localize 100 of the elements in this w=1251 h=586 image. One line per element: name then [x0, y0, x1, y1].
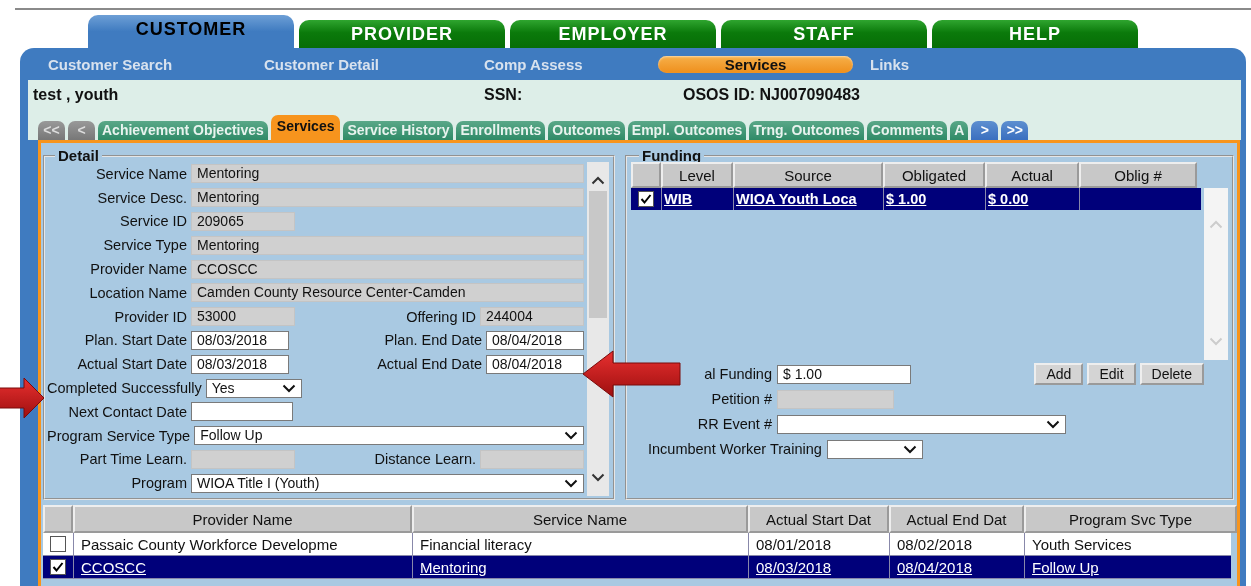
table-link[interactable]: $ 1.00 [883, 188, 985, 210]
input-field[interactable]: $ 1.00 [777, 364, 911, 384]
input-field[interactable] [777, 389, 894, 409]
caret-icon [591, 176, 605, 185]
nav-link[interactable]: Services [658, 55, 853, 73]
column-header[interactable]: Service Name [412, 505, 748, 533]
column-header[interactable]: Actual End Dat [889, 505, 1024, 533]
customer-name: test , youth [33, 86, 120, 104]
checkbox[interactable] [50, 559, 66, 575]
input-field[interactable]: 08/03/2018 [191, 354, 289, 374]
field-label: Actual Start Date [76, 356, 187, 373]
column-header[interactable]: Source [733, 162, 883, 188]
field-label: Petition # [710, 391, 772, 407]
caret-icon [1209, 337, 1223, 346]
field-label: Next Contact Date [67, 403, 187, 420]
dropdown[interactable]: Follow Up [194, 426, 584, 446]
column-header[interactable]: Actual Start Dat [748, 505, 889, 533]
caret-icon [591, 473, 605, 482]
field-label: RR Event # [696, 416, 772, 432]
scrollbar[interactable] [1204, 188, 1228, 360]
column-header[interactable]: Oblig # [1079, 162, 1197, 188]
field-label: Completed Successfully [47, 380, 202, 397]
dropdown[interactable]: WIOA Title I (Youth) [191, 473, 584, 493]
input-field[interactable] [191, 449, 295, 469]
nav-tab[interactable]: STAFF [721, 20, 927, 48]
field-label: Program [130, 475, 187, 492]
dropdown[interactable]: Yes [205, 378, 302, 398]
column-header[interactable]: Level [661, 162, 733, 188]
field-label: Provider ID [113, 308, 187, 325]
nav-tab[interactable]: EMPLOYER [510, 20, 716, 48]
field-label: Provider Name [89, 261, 187, 278]
input-field[interactable]: 244004 [480, 307, 584, 327]
field-label: Incumbent Worker Training [648, 441, 822, 457]
column-header[interactable]: Program Svc Type [1024, 505, 1237, 533]
input-field[interactable]: Mentoring [191, 188, 584, 208]
table-cell: Youth Services [1024, 533, 1237, 555]
ssn-label: SSN: [484, 86, 524, 104]
dropdown[interactable] [826, 439, 923, 459]
dropdown[interactable] [777, 414, 1066, 434]
checkbox[interactable] [50, 536, 66, 552]
table-row[interactable]: CCOSCC Mentoring 08/03/2018 08/04/2018 Follow Up [43, 556, 1231, 579]
tab[interactable]: Services [270, 115, 341, 140]
caret-icon [1209, 220, 1223, 229]
button[interactable]: Add [1034, 363, 1084, 385]
field-label: Service Desc. [96, 189, 187, 206]
panel-title: Detail [57, 150, 100, 162]
input-field[interactable]: Camden County Resource Center-Camden [191, 283, 584, 303]
input-field[interactable]: 209065 [191, 212, 295, 231]
column-header[interactable]: Obligated [883, 162, 985, 188]
table-link[interactable]: 08/03/2018 [748, 556, 889, 578]
input-field[interactable]: Mentoring [191, 164, 584, 184]
input-field[interactable] [480, 449, 584, 469]
field-label: Service Name [94, 165, 187, 182]
field-label: al Funding [703, 366, 772, 382]
table-link[interactable]: CCOSCC [73, 556, 412, 578]
caret-icon [564, 431, 578, 441]
table-cell: Passaic County Workforce Developme [73, 533, 412, 555]
input-field[interactable]: CCOSCC [191, 259, 584, 279]
button[interactable]: Edit [1087, 363, 1136, 385]
input-field[interactable]: Mentoring [191, 235, 584, 255]
column-header[interactable]: Actual [985, 162, 1079, 188]
field-label: Service ID [119, 213, 187, 230]
caret-icon [281, 383, 296, 393]
checkbox[interactable] [638, 191, 654, 207]
callout-arrow-icon [583, 351, 680, 397]
table-link[interactable]: $ 0.00 [985, 188, 1079, 210]
nav-tab[interactable]: HELP [932, 20, 1138, 48]
nav-tab[interactable]: PROVIDER [299, 20, 505, 48]
panel-title: Funding [641, 150, 703, 162]
button[interactable]: Delete [1139, 363, 1204, 385]
nav-tab[interactable]: CUSTOMER [88, 15, 294, 48]
field-label: Program Service Type [47, 427, 191, 444]
field-label: Actual End Date [376, 356, 482, 373]
table-link[interactable]: WIB [661, 188, 733, 210]
field-label: Plan. End Date [383, 332, 482, 349]
caret-icon [564, 478, 578, 488]
table-link[interactable]: Mentoring [412, 556, 748, 578]
caret-icon [1046, 419, 1060, 429]
table-link[interactable]: Follow Up [1024, 556, 1237, 578]
input-field[interactable]: 08/03/2018 [191, 330, 289, 350]
table-cell: 08/02/2018 [889, 533, 1024, 555]
table-cell: Financial literacy [412, 533, 748, 555]
table-link[interactable]: 08/04/2018 [889, 556, 1024, 578]
field-label: Part Time Learn. [78, 451, 187, 468]
caret-icon [902, 444, 917, 454]
scrollbar[interactable] [587, 162, 609, 496]
input-field[interactable]: 08/04/2018 [486, 354, 584, 374]
input-field[interactable]: 53000 [191, 307, 295, 327]
scroll-tabs-button[interactable]: > [971, 121, 999, 140]
input-field[interactable]: 08/04/2018 [486, 330, 584, 350]
scroll-tabs-button[interactable]: >> [1001, 121, 1029, 140]
field-label: Distance Learn. [373, 451, 476, 468]
column-header[interactable]: Provider Name [73, 505, 412, 533]
table-link[interactable]: WIOA Youth Loca [733, 188, 883, 210]
table-cell: 08/01/2018 [748, 533, 889, 555]
input-field[interactable] [191, 402, 293, 422]
field-label: Offering ID [405, 308, 476, 325]
field-label: Location Name [88, 284, 187, 301]
table-row[interactable]: Passaic County Workforce Developme Financial literacy 08/01/2018 08/02/2018 Youth Services [43, 533, 1231, 556]
table-row[interactable]: WIB WIOA Youth Loca $ 1.00 $ 0.00 [631, 188, 1201, 210]
